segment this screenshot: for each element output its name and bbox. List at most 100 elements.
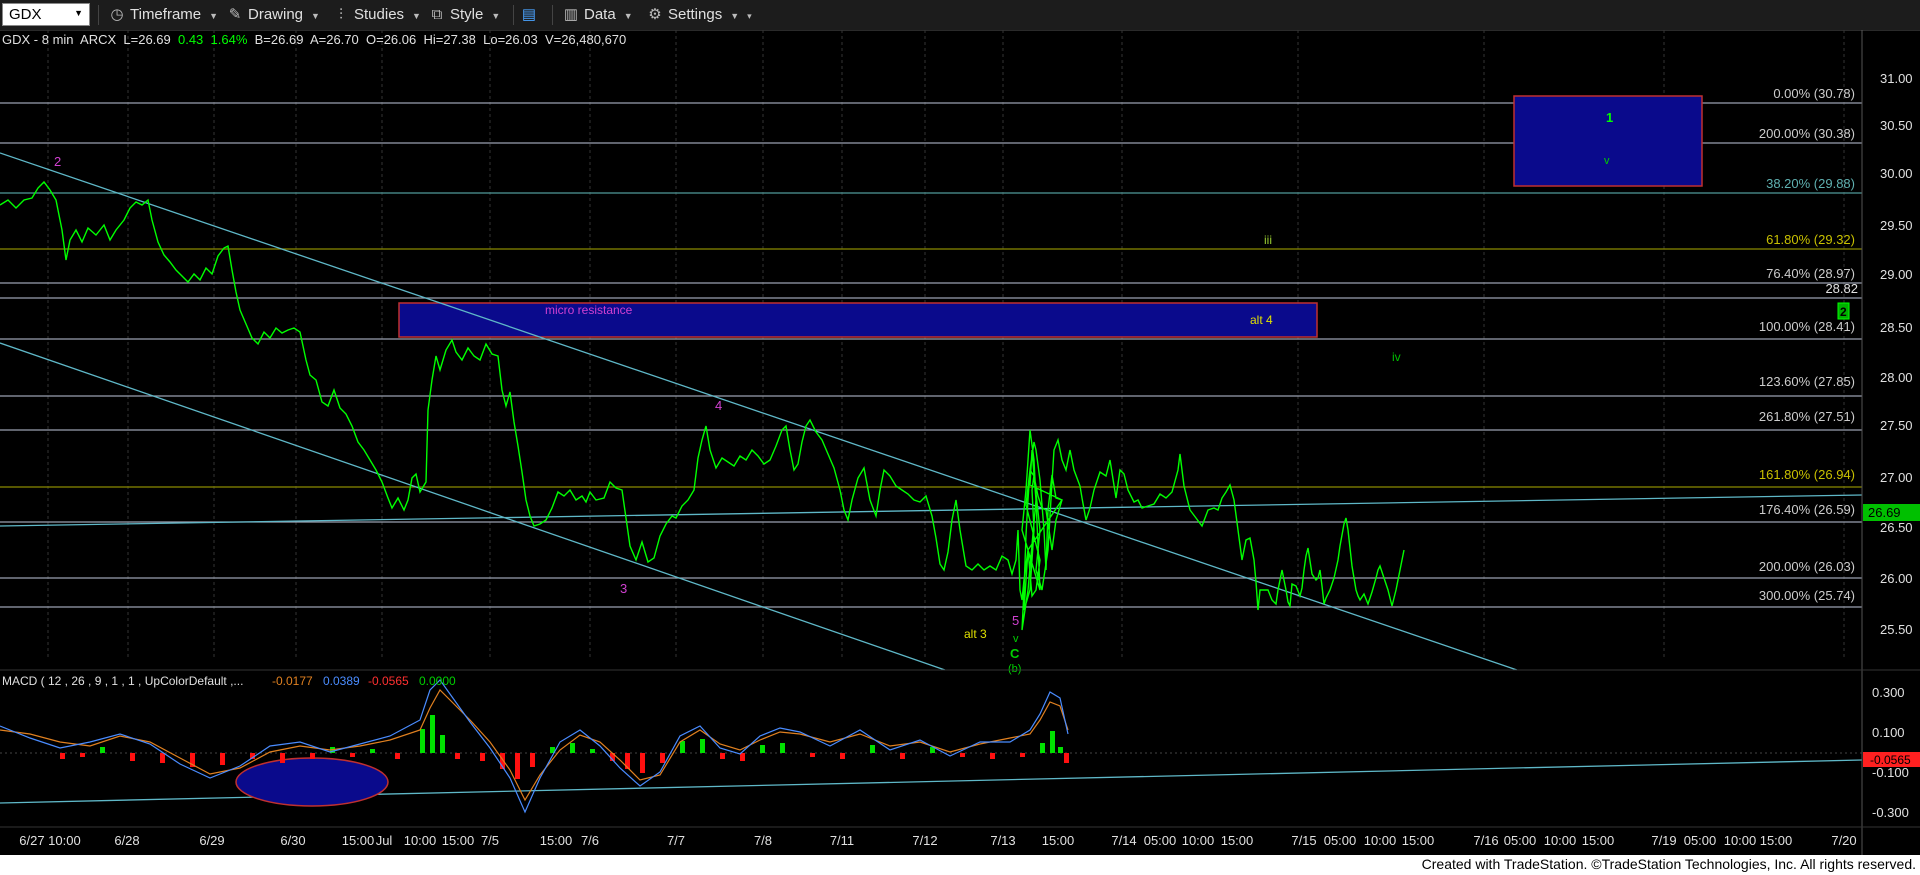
price-tick-label: 26.00	[1880, 571, 1913, 586]
header-high: Hi=27.38	[423, 32, 476, 47]
chevron-down-icon: ▼	[209, 11, 219, 21]
macd-histogram-bar	[870, 745, 875, 753]
header-volume: V=26,480,670	[544, 32, 627, 47]
settings-button[interactable]: ⚙ Settings ▼ ▾	[646, 0, 752, 30]
fib-label: 176.40% (26.59)	[1759, 502, 1855, 517]
macd-histogram-bar	[700, 739, 705, 753]
macd-marker-text: -0.0565	[1870, 753, 1911, 767]
time-tick-label: 10:00	[1182, 833, 1215, 848]
time-tick-label: 7/6	[581, 833, 599, 848]
time-axis: 6/27 10:00 6/28 6/29 6/30 15:00 Jul 10:00 15:00…	[19, 833, 1856, 848]
macd-histogram-bar	[760, 745, 765, 753]
fib-label: 76.40% (28.97)	[1766, 266, 1855, 281]
micro-resistance-box[interactable]	[398, 302, 1318, 338]
time-tick-label: 15:00	[1042, 833, 1075, 848]
time-tick-label: 05:00	[1324, 833, 1357, 848]
price-tick-label: 30.00	[1880, 166, 1913, 181]
fib-label: 123.60% (27.85)	[1759, 374, 1855, 389]
price-tick-label: 29.50	[1880, 218, 1913, 233]
time-tick-label: 15:00	[1582, 833, 1615, 848]
wave-iii-label: iii	[1264, 233, 1272, 247]
macd-histogram-bar	[780, 743, 785, 753]
macd-histogram-bar	[1040, 743, 1045, 753]
chevron-down-icon: ▼	[412, 11, 421, 21]
price-tick-label: 30.50	[1880, 118, 1913, 133]
time-tick-label: 10:00	[404, 833, 437, 848]
macd-histogram-bar	[720, 753, 725, 759]
studies-icon: ⫶	[339, 6, 343, 23]
timeframe-button[interactable]: ◷ Timeframe ▼	[108, 0, 218, 30]
wave1-box-label: 1	[1606, 110, 1613, 125]
price-tick-label: 27.50	[1880, 418, 1913, 433]
time-tick-label: 7/14	[1111, 833, 1136, 848]
drawing-button[interactable]: ✎ Drawing ▼	[226, 0, 320, 30]
toolbar-divider	[98, 5, 99, 25]
macd-histogram-bar	[515, 753, 520, 779]
time-tick-label: 05:00	[1144, 833, 1177, 848]
fib-label: 0.00% (30.78)	[1773, 86, 1855, 101]
alt4-label: alt 4	[1250, 313, 1273, 327]
fib-label: 200.00% (26.03)	[1759, 559, 1855, 574]
price-tick-label: 26.50	[1880, 520, 1913, 535]
macd-histogram-bar	[680, 741, 685, 753]
macd-tick-label: 0.300	[1872, 685, 1905, 700]
time-tick-label: 7/15	[1291, 833, 1316, 848]
pencil-icon: ✎	[228, 6, 242, 23]
macd-pane: MACD ( 12 , 26 , 9 , 1 , 1 , UpColorDefa…	[0, 674, 1920, 820]
price-tick-label: 27.00	[1880, 470, 1913, 485]
macd-histogram-bar	[370, 749, 375, 753]
time-tick-label: 6/27 10:00	[19, 833, 80, 848]
macd-histogram-bar	[960, 753, 965, 757]
time-tick-label: 7/12	[912, 833, 937, 848]
time-tick-label: 7/13	[990, 833, 1015, 848]
macd-histogram-bar	[60, 753, 65, 759]
chart-area[interactable]: 0.00% (30.78) 200.00% (30.38) 38.20% (29.8…	[0, 30, 1920, 855]
macd-tick-label: -0.100	[1872, 765, 1909, 780]
macd-signal-line	[0, 689, 1069, 802]
macd-histogram-bar	[990, 753, 995, 759]
fib-label: 61.80% (29.32)	[1766, 232, 1855, 247]
fib-label: 200.00% (30.38)	[1759, 126, 1855, 141]
price-tick-label: 25.50	[1880, 622, 1913, 637]
macd-line	[0, 679, 1069, 814]
wave-iv-label: iv	[1392, 350, 1401, 364]
macd-histogram-bar	[740, 753, 745, 761]
header-ask: A=26.70	[309, 32, 359, 47]
macd-tick-label: 0.100	[1872, 725, 1905, 740]
time-tick-label: 7/8	[754, 833, 772, 848]
studies-button[interactable]: ⫶ Studies ▼	[332, 0, 421, 30]
macd-histogram-bar	[1064, 753, 1069, 763]
price-tick-label: 28.00	[1880, 370, 1913, 385]
time-tick-label: 10:00	[1724, 833, 1757, 848]
macd-value-3: -0.0565	[368, 674, 409, 688]
price-tick-label: 28.50	[1880, 320, 1913, 335]
price-axis-ticks: 31.00 30.50 30.00 29.50 29.00 28.50 28.00 27.50…	[1880, 71, 1913, 637]
macd-histogram-bar	[570, 743, 575, 753]
macd-histogram-bar	[530, 753, 535, 767]
footer: Created with TradeStation. ©TradeStation…	[0, 855, 1920, 875]
macd-histogram-bar	[430, 715, 435, 753]
style-button[interactable]: ⧉ Style ▼	[428, 0, 501, 30]
time-tick-label: 6/29	[199, 833, 224, 848]
footer-copyright: Created with TradeStation. ©TradeStation…	[1421, 856, 1916, 872]
macd-histogram-bar	[130, 753, 135, 761]
header-exchange: ARCX	[80, 32, 117, 47]
wave-annotations: micro resistance alt 4 2 3 4 5 v C (b) a…	[54, 110, 1850, 675]
macd-histogram-bar	[625, 753, 630, 769]
time-tick-label: 15:00	[1221, 833, 1254, 848]
window-layout-button[interactable]: ▤	[520, 0, 542, 30]
gear-icon: ⚙	[648, 6, 662, 23]
micro-resistance-label: micro resistance	[545, 303, 633, 317]
time-tick-label: 15:00	[442, 833, 475, 848]
time-tick-label: 7/20	[1831, 833, 1856, 848]
wave4-label: 4	[715, 398, 722, 413]
time-tick-label: 10:00	[1364, 833, 1397, 848]
overflow-chevron-icon: ▾	[747, 11, 752, 21]
time-tick-label: 10:00	[1544, 833, 1577, 848]
wave-v-label: v	[1013, 633, 1019, 645]
time-tick-label: 7/11	[830, 833, 854, 848]
data-button[interactable]: ▥ Data ▼	[562, 0, 633, 30]
macd-value-4: 0.0000	[419, 674, 456, 688]
symbol-selector[interactable]: GDX ▼	[2, 3, 90, 26]
studies-label: Studies	[354, 6, 405, 23]
